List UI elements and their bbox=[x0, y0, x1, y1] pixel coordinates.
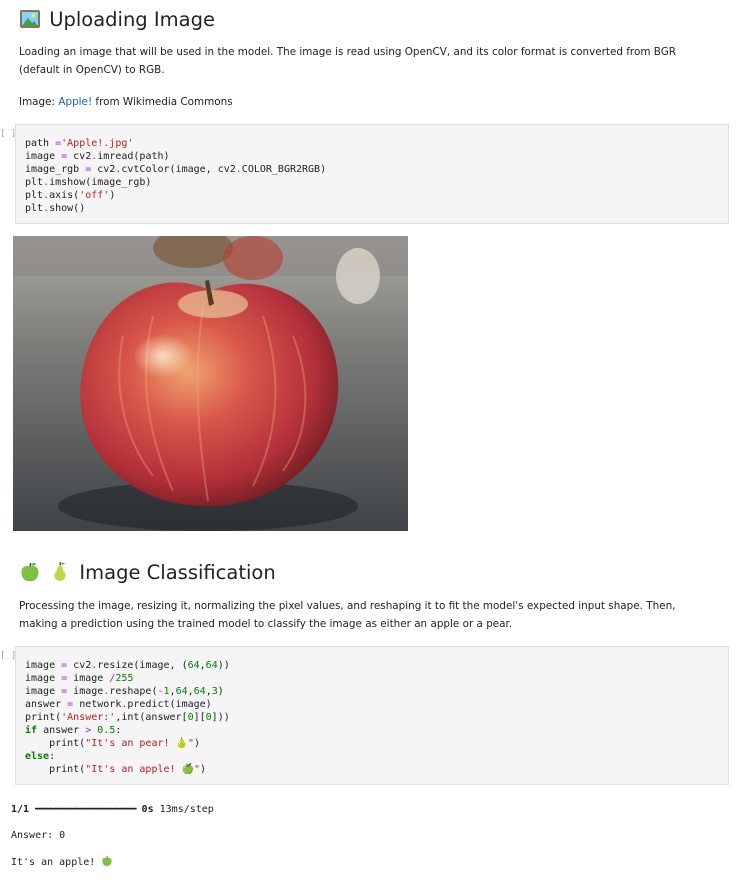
green-apple-icon bbox=[102, 856, 112, 867]
image-credit: Image: Apple! from Wikimedia Commons bbox=[19, 93, 709, 111]
green-apple-icon bbox=[21, 562, 39, 582]
code-editor[interactable]: image = cv2.resize(image, (64,64)) image… bbox=[25, 659, 230, 776]
answer-line: Answer: 0 bbox=[11, 830, 66, 841]
progress-bar: ━━━━━━━━━━━━━━━━━━━━ bbox=[35, 804, 136, 815]
image-credit-source: from Wikimedia Commons bbox=[95, 96, 233, 108]
progress-count: 1/1 bbox=[11, 804, 30, 815]
framed-picture-icon bbox=[20, 10, 40, 28]
result-line: It's an apple! bbox=[11, 855, 214, 869]
heading-text: Uploading Image bbox=[49, 8, 215, 31]
apple-image-link[interactable]: Apple! bbox=[58, 96, 92, 108]
section-heading-uploading-image: Uploading Image bbox=[19, 8, 215, 31]
section-heading-image-classification: Image Classification bbox=[19, 561, 276, 584]
heading-text: Image Classification bbox=[79, 561, 276, 584]
elapsed-time: 0s bbox=[141, 804, 154, 815]
code-cell-load-image[interactable]: path ='Apple!.jpg' image = cv2.imread(pa… bbox=[15, 124, 729, 224]
per-step-time: 13ms/step bbox=[159, 804, 214, 815]
pear-icon bbox=[54, 561, 66, 581]
section2-description: Processing the image, resizing it, norma… bbox=[19, 600, 676, 630]
apple-photo bbox=[13, 236, 408, 531]
code-editor[interactable]: path ='Apple!.jpg' image = cv2.imread(pa… bbox=[25, 137, 326, 215]
progress-line: 1/1 ━━━━━━━━━━━━━━━━━━━━ 0s 13ms/step bbox=[11, 803, 214, 816]
image-credit-label: Image: bbox=[19, 96, 56, 108]
apple-image bbox=[13, 236, 408, 531]
section1-description: Loading an image that will be used in th… bbox=[19, 46, 676, 76]
code-cell-classify[interactable]: image = cv2.resize(image, (64,64)) image… bbox=[15, 646, 729, 785]
cell-output: 1/1 ━━━━━━━━━━━━━━━━━━━━ 0s 13ms/step An… bbox=[11, 790, 214, 882]
